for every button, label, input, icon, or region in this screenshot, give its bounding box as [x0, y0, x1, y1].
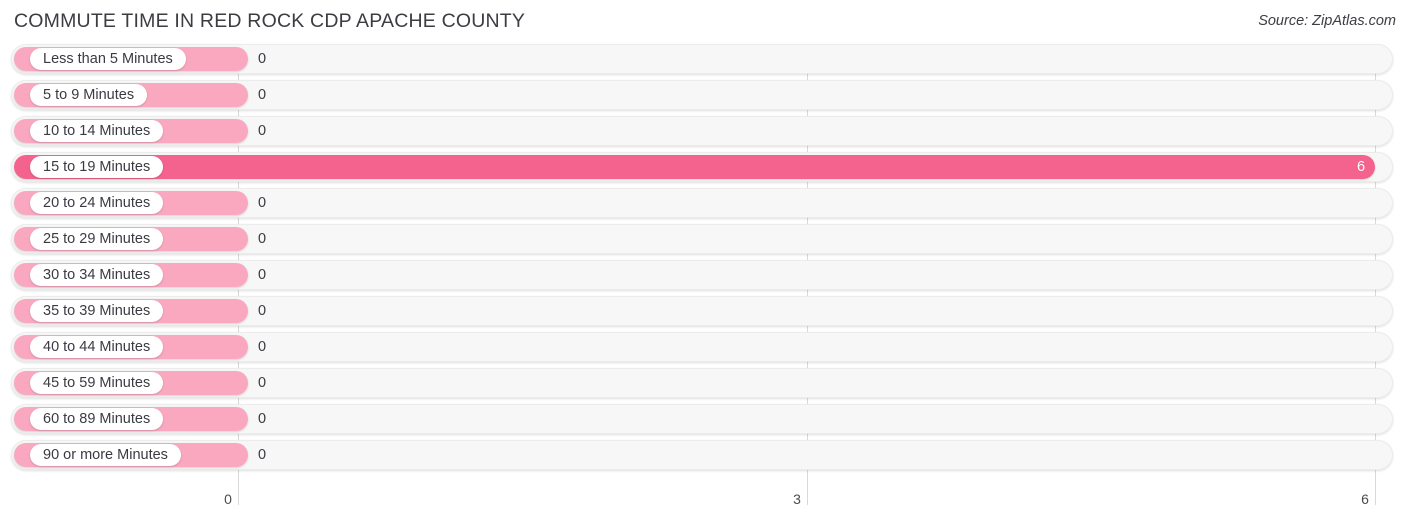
- bar-value-label: 0: [258, 411, 267, 427]
- page-title: COMMUTE TIME IN RED ROCK CDP APACHE COUN…: [14, 10, 526, 32]
- bar-label-pill: 35 to 39 Minutes: [30, 300, 164, 322]
- bar-value-label: 6: [1357, 159, 1366, 175]
- bar-label-text: 15 to 19 Minutes: [43, 158, 151, 175]
- bar-row[interactable]: 10 to 14 Minutes 0: [0, 116, 1406, 146]
- chart-header: COMMUTE TIME IN RED ROCK CDP APACHE COUN…: [0, 0, 1406, 44]
- bar-label-pill: 90 or more Minutes: [30, 444, 181, 466]
- bar-value-label: 0: [258, 375, 267, 391]
- bar-value-label: 0: [258, 303, 267, 319]
- bar-label-text: Less than 5 Minutes: [43, 50, 173, 67]
- bar-label-pill: 25 to 29 Minutes: [30, 228, 164, 250]
- axis-tick-mark: [1375, 487, 1376, 505]
- bar-label-text: 5 to 9 Minutes: [43, 86, 135, 103]
- bar-value-label: 0: [258, 123, 267, 139]
- bar-label-pill: 60 to 89 Minutes: [30, 408, 164, 430]
- bar-row[interactable]: 60 to 89 Minutes 0: [0, 404, 1406, 434]
- bar-row[interactable]: 30 to 34 Minutes 0: [0, 260, 1406, 290]
- bar-label-text: 10 to 14 Minutes: [43, 122, 151, 139]
- bar-value-label: 0: [258, 339, 267, 355]
- bar-row[interactable]: 25 to 29 Minutes 0: [0, 224, 1406, 254]
- bar-label-text: 45 to 59 Minutes: [43, 374, 151, 391]
- bar-row[interactable]: 35 to 39 Minutes 0: [0, 296, 1406, 326]
- axis-tick-label: 0: [224, 491, 232, 507]
- bar-label-pill: 5 to 9 Minutes: [30, 84, 148, 106]
- bar-label-text: 40 to 44 Minutes: [43, 338, 151, 355]
- source-attribution: Source: ZipAtlas.com: [1258, 13, 1396, 29]
- bar-label-pill: 15 to 19 Minutes: [30, 156, 164, 178]
- bar-value-label: 0: [258, 447, 267, 463]
- axis-tick-label: 3: [793, 491, 801, 507]
- bar-row[interactable]: 20 to 24 Minutes 0: [0, 188, 1406, 218]
- bar-label-pill: 10 to 14 Minutes: [30, 120, 164, 142]
- bar-value-label: 0: [258, 195, 267, 211]
- bar-label-pill: Less than 5 Minutes: [30, 48, 186, 70]
- bar-row[interactable]: 15 to 19 Minutes 6: [0, 152, 1406, 182]
- bar-row[interactable]: 90 or more Minutes 0: [0, 440, 1406, 470]
- chart-plot-area: Less than 5 Minutes 0 5 to 9 Minutes 0 10 to…: [0, 44, 1406, 487]
- bar-value-label: 0: [258, 51, 267, 67]
- axis-tick-label: 6: [1361, 491, 1369, 507]
- bar-value-label: 0: [258, 87, 267, 103]
- bar-label-text: 90 or more Minutes: [43, 446, 168, 463]
- axis-tick-mark: [238, 487, 239, 505]
- bar-label-text: 35 to 39 Minutes: [43, 302, 151, 319]
- bar-row[interactable]: 5 to 9 Minutes 0: [0, 80, 1406, 110]
- bar-row[interactable]: Less than 5 Minutes 0: [0, 44, 1406, 74]
- bar-row-list: Less than 5 Minutes 0 5 to 9 Minutes 0 10 to…: [0, 44, 1406, 476]
- bar-label-text: 60 to 89 Minutes: [43, 410, 151, 427]
- bar-value-label: 0: [258, 267, 267, 283]
- bar-label-pill: 45 to 59 Minutes: [30, 372, 164, 394]
- x-axis: 0 3 6: [0, 487, 1406, 523]
- bar-label-pill: 20 to 24 Minutes: [30, 192, 164, 214]
- bar-label-pill: 40 to 44 Minutes: [30, 336, 164, 358]
- bar-fill[interactable]: [14, 155, 1375, 179]
- axis-tick-mark: [807, 487, 808, 505]
- bar-label-text: 25 to 29 Minutes: [43, 230, 151, 247]
- bar-label-text: 30 to 34 Minutes: [43, 266, 151, 283]
- bar-label-pill: 30 to 34 Minutes: [30, 264, 164, 286]
- bar-row[interactable]: 45 to 59 Minutes 0: [0, 368, 1406, 398]
- bar-row[interactable]: 40 to 44 Minutes 0: [0, 332, 1406, 362]
- bar-value-label: 0: [258, 231, 267, 247]
- bar-label-text: 20 to 24 Minutes: [43, 194, 151, 211]
